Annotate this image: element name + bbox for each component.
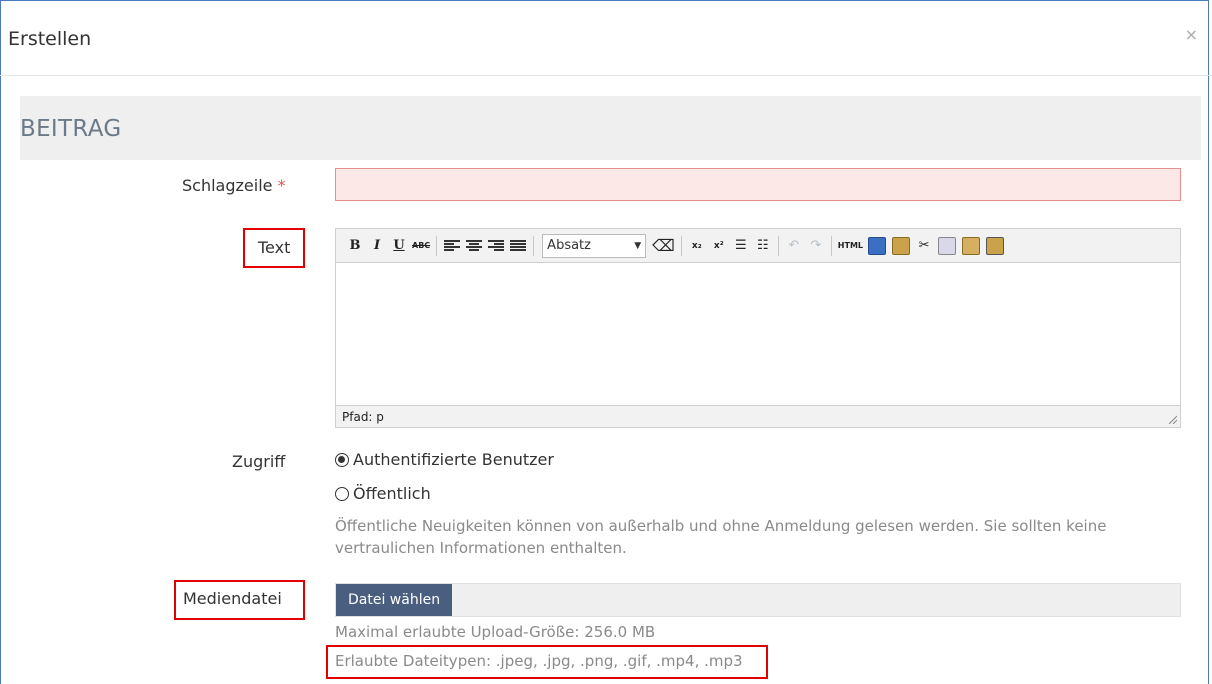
radio-unchecked-icon: [335, 486, 349, 501]
superscript-button[interactable]: x²: [710, 236, 728, 256]
headline-label: Schlagzeile *: [182, 176, 286, 195]
max-upload-size: Maximal erlaubte Upload-Größe: 256.0 MB: [335, 623, 656, 641]
radio-authenticated[interactable]: Authentifizierte Benutzer: [335, 450, 554, 469]
rich-text-editor[interactable]: B I U ABC Absatz ▼ ⌫ x₂ x² ☰ ☷ ↶ ↷ HTML: [335, 228, 1181, 428]
toolbar-separator: [436, 235, 438, 256]
numbered-list-icon[interactable]: ☷: [754, 236, 772, 256]
format-select[interactable]: Absatz ▼: [542, 233, 647, 258]
editor-statusbar: Pfad: p: [336, 405, 1180, 427]
paste-icon[interactable]: [962, 236, 981, 255]
radio-label: Öffentlich: [353, 484, 431, 503]
radio-label: Authentifizierte Benutzer: [353, 450, 554, 469]
chevron-down-icon: ▼: [634, 240, 642, 251]
access-label: Zugriff: [232, 452, 286, 471]
modal-title: Erstellen: [8, 28, 92, 50]
align-justify-icon[interactable]: [510, 239, 527, 252]
radio-public[interactable]: Öffentlich: [335, 484, 431, 503]
redo-icon[interactable]: ↷: [807, 236, 825, 256]
bullet-list-icon[interactable]: ☰: [732, 236, 750, 256]
editor-content-area[interactable]: [336, 264, 1180, 404]
resize-handle-icon[interactable]: [1167, 414, 1177, 424]
section-header: [20, 96, 1201, 160]
toolbar-separator: [830, 235, 832, 256]
allowed-file-types: Erlaubte Dateitypen: .jpeg, .jpg, .png, …: [335, 652, 743, 670]
align-left-icon[interactable]: [444, 239, 461, 252]
editor-toolbar: B I U ABC Absatz ▼ ⌫ x₂ x² ☰ ☷ ↶ ↷ HTML: [336, 229, 1180, 263]
section-title: BEITRAG: [20, 116, 122, 142]
subscript-button[interactable]: x₂: [688, 236, 706, 256]
format-select-value: Absatz: [547, 238, 591, 253]
close-icon[interactable]: ×: [1185, 25, 1198, 44]
required-marker: *: [277, 176, 286, 195]
divider: [0, 75, 1212, 76]
html-source-button[interactable]: HTML: [838, 236, 863, 256]
cut-icon[interactable]: ✂: [915, 236, 933, 256]
strikethrough-button[interactable]: ABC: [412, 236, 430, 256]
headline-input[interactable]: [335, 168, 1181, 201]
media-label: Mediendatei: [183, 589, 282, 608]
italic-button[interactable]: I: [368, 236, 386, 256]
underline-button[interactable]: U: [390, 236, 408, 256]
toolbar-separator: [777, 235, 779, 256]
text-label: Text: [258, 238, 291, 257]
paste-text-icon[interactable]: [986, 236, 1005, 255]
radio-checked-icon: [335, 452, 349, 467]
file-input[interactable]: Datei wählen: [335, 583, 1181, 617]
undo-icon[interactable]: ↶: [785, 236, 803, 256]
access-help-text: Öffentliche Neuigkeiten können von außer…: [335, 517, 1107, 557]
editor-path: Pfad: p: [342, 410, 384, 424]
eraser-icon[interactable]: ⌫: [652, 236, 675, 256]
table-icon[interactable]: [868, 236, 887, 255]
bold-button[interactable]: B: [346, 236, 364, 256]
toolbar-separator: [680, 235, 682, 256]
choose-file-button[interactable]: Datei wählen: [336, 584, 453, 616]
copy-icon[interactable]: [938, 236, 957, 255]
align-right-icon[interactable]: [488, 239, 505, 252]
toolbar-separator: [533, 235, 535, 256]
paste-word-icon[interactable]: [892, 236, 911, 255]
align-center-icon[interactable]: [466, 239, 483, 252]
